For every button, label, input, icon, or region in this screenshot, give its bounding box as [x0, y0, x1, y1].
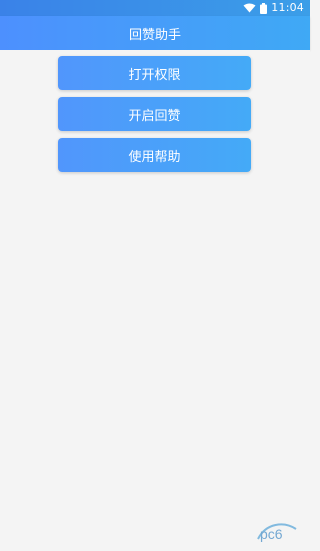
status-bar: 11:04	[0, 0, 310, 16]
battery-icon	[260, 2, 268, 14]
help-button[interactable]: 使用帮助	[58, 138, 251, 172]
app-title: 回赞助手	[128, 27, 181, 43]
pc6-watermark-logo: pc6	[256, 517, 300, 545]
status-time: 11:04	[271, 1, 304, 14]
main-content: 打开权限 开启回赞 使用帮助 pc6	[0, 50, 310, 551]
status-icons: 11:04	[243, 0, 304, 16]
start-reply-label: 开启回赞	[128, 108, 181, 124]
app-bar: 回赞助手	[0, 16, 310, 50]
watermark-text: pc6	[260, 526, 283, 542]
open-permission-label: 打开权限	[128, 67, 181, 83]
open-permission-button[interactable]: 打开权限	[58, 56, 251, 90]
wifi-icon	[243, 3, 256, 13]
help-label: 使用帮助	[128, 149, 181, 165]
start-reply-button[interactable]: 开启回赞	[58, 97, 251, 131]
